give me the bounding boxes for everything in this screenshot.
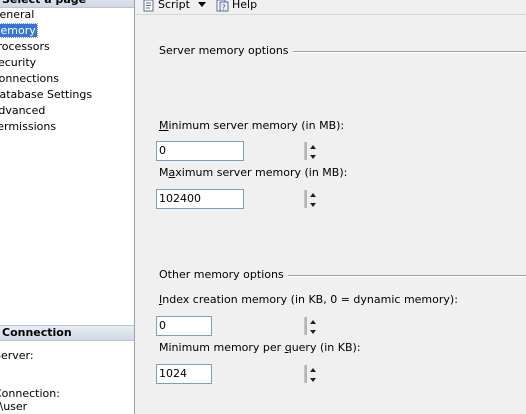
script-button[interactable]: Script bbox=[142, 0, 190, 13]
server-memory-group-title: Server memory options bbox=[159, 44, 293, 58]
page-item-label: Database Settings bbox=[0, 88, 93, 101]
page-item-permissions[interactable]: Permissions bbox=[0, 119, 134, 135]
dropdown-arrow-icon bbox=[198, 2, 206, 7]
spin-up-button[interactable] bbox=[305, 317, 316, 326]
toolbar: Script ? Help bbox=[136, 0, 526, 14]
max-server-memory-input[interactable] bbox=[157, 190, 304, 208]
help-button[interactable]: ? Help bbox=[216, 0, 257, 13]
min-memory-per-query-label: Minimum memory per query (in KB): bbox=[159, 341, 361, 355]
index-creation-memory-spinner bbox=[156, 316, 316, 336]
connection-label: Connection: bbox=[0, 387, 60, 400]
max-server-memory-label: Maximum server memory (in MB): bbox=[159, 166, 347, 180]
page-item-advanced[interactable]: Advanced bbox=[0, 103, 134, 119]
spin-down-button[interactable] bbox=[305, 199, 316, 208]
connection-user-value: _\user bbox=[0, 400, 28, 413]
minq-label-text: uery (in KB): bbox=[291, 341, 361, 354]
spin-down-button[interactable] bbox=[305, 151, 316, 160]
page-item-label: Permissions bbox=[0, 120, 57, 133]
page-item-database-settings[interactable]: Database Settings bbox=[0, 87, 134, 103]
minq-label-accelerator: q bbox=[284, 341, 292, 354]
index-creation-memory-label: Index creation memory (in KB, 0 = dynami… bbox=[159, 293, 458, 307]
page-item-general[interactable]: General bbox=[0, 7, 134, 23]
spin-up-button[interactable] bbox=[305, 365, 316, 374]
script-button-label: Script bbox=[158, 0, 190, 11]
spin-down-button[interactable] bbox=[305, 326, 316, 335]
max-label-text: ximum server memory (in MB): bbox=[175, 166, 348, 179]
page-item-label: Processors bbox=[0, 40, 50, 53]
page-item-processors[interactable]: Processors bbox=[0, 39, 134, 55]
page-item-label: Security bbox=[0, 56, 37, 69]
page-item-label: General bbox=[0, 8, 35, 21]
spin-up-button[interactable] bbox=[305, 142, 316, 151]
min-server-memory-input[interactable] bbox=[157, 142, 304, 160]
svg-text:?: ? bbox=[222, 3, 226, 11]
min-label-text: inimum server memory (in MB): bbox=[168, 119, 345, 132]
max-label-prefix: M bbox=[159, 166, 169, 179]
script-icon bbox=[143, 0, 154, 11]
help-icon: ? bbox=[216, 0, 229, 11]
min-server-memory-spinner bbox=[156, 141, 316, 161]
minq-label-prefix: Minimum memory per bbox=[159, 341, 285, 354]
page-item-memory[interactable]: Memory bbox=[0, 23, 134, 39]
min-server-memory-label: Minimum server memory (in MB): bbox=[159, 119, 344, 133]
page-list: General Memory Processors Security Conne… bbox=[0, 7, 134, 135]
spin-down-button[interactable] bbox=[305, 374, 316, 383]
max-server-memory-spinner bbox=[156, 189, 316, 209]
connection-info: Server: Connection: _\user bbox=[0, 349, 134, 413]
page-item-connections[interactable]: Connections bbox=[0, 71, 134, 87]
left-pane: Select a page General Memory Processors … bbox=[0, 0, 135, 414]
page-item-security[interactable]: Security bbox=[0, 55, 134, 71]
other-memory-group-title: Other memory options bbox=[159, 268, 288, 282]
min-label-accelerator: M bbox=[159, 119, 169, 132]
spin-up-button[interactable] bbox=[305, 190, 316, 199]
min-memory-per-query-spinner bbox=[156, 364, 316, 384]
page-item-label: Memory bbox=[0, 23, 38, 38]
memory-page-content: Server memory options Minimum server mem… bbox=[136, 14, 526, 414]
connection-server-value bbox=[0, 362, 134, 375]
index-creation-memory-input[interactable] bbox=[157, 317, 304, 335]
connection-server-label: Server: bbox=[0, 349, 34, 362]
page-item-label: Connections bbox=[0, 72, 59, 85]
page-item-label: Advanced bbox=[0, 104, 46, 117]
script-dropdown-button[interactable] bbox=[198, 0, 206, 14]
help-button-label: Help bbox=[232, 0, 258, 11]
connection-header: Connection bbox=[0, 325, 134, 341]
min-memory-per-query-input[interactable] bbox=[157, 365, 304, 383]
index-label-text: ndex creation memory (in KB, 0 = dynamic… bbox=[162, 293, 458, 306]
